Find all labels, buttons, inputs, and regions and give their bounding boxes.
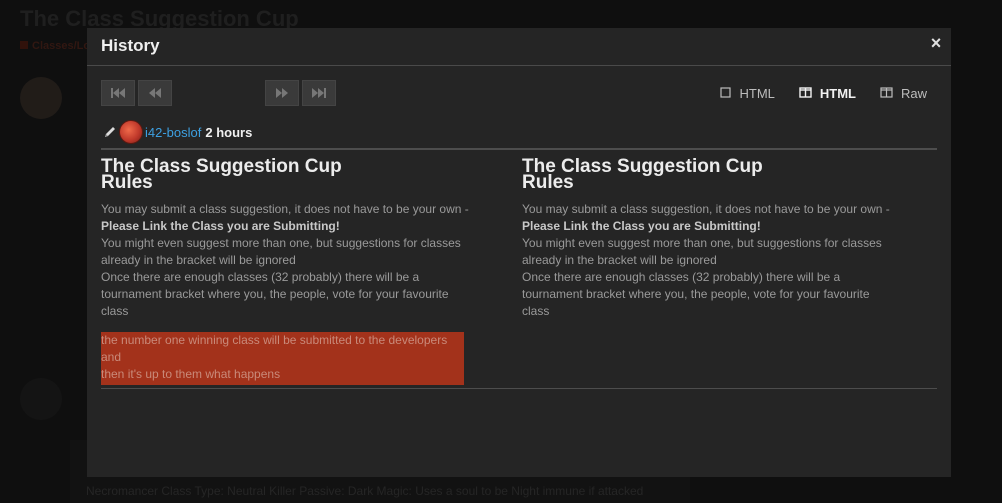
doc-line: You may submit a class suggestion, it do… (522, 202, 890, 216)
previous-revision-button[interactable] (138, 80, 172, 106)
revision-user-link[interactable]: i42-boslof (145, 125, 201, 140)
doc-line: tournament bracket where you, the people… (522, 287, 870, 301)
doc-line: Once there are enough classes (32 probab… (522, 270, 841, 284)
divider (101, 148, 937, 150)
view-option-html-single[interactable]: HTML (720, 86, 775, 101)
close-button[interactable]: × (927, 32, 945, 54)
doc-line-bold: Please Link the Class you are Submitting… (101, 219, 340, 233)
doc-line: You might even suggest more than one, bu… (101, 236, 461, 250)
doc-line: tournament bracket where you, the people… (101, 287, 449, 301)
view-option-label: Raw (900, 86, 927, 101)
removed-line: the number one winning class will be sub… (101, 333, 448, 364)
view-option-raw[interactable]: Raw (880, 86, 927, 101)
revision-time: 2 hours (205, 124, 253, 140)
split-columns-icon (799, 86, 812, 101)
divider (101, 388, 937, 389)
removed-line: then it's up to them what happens (101, 367, 281, 381)
revision-info: i42-boslof 2 hours (103, 120, 252, 144)
doc-title-line: The Class Suggestion Cup (522, 156, 763, 177)
removed-text-block: the number one winning class will be sub… (101, 332, 464, 385)
next-revision-button[interactable] (265, 80, 299, 106)
doc-title-line: Rules (522, 172, 574, 193)
last-revision-button[interactable] (302, 80, 336, 106)
view-option-label: HTML (819, 86, 856, 101)
diff-old-column: The Class Suggestion Cup Rules You may s… (101, 156, 471, 385)
square-icon (720, 86, 732, 101)
view-option-label: HTML (739, 86, 775, 101)
doc-line: You may submit a class suggestion, it do… (101, 202, 469, 216)
doc-title-line: Rules (101, 172, 153, 193)
rewind-icon (149, 88, 161, 98)
avatar[interactable] (119, 120, 143, 144)
pencil-icon (105, 127, 115, 137)
view-option-html-split[interactable]: HTML (799, 86, 856, 101)
modal-title: History (101, 36, 160, 55)
diff-new-column: The Class Suggestion Cup Rules You may s… (522, 156, 892, 320)
first-revision-button[interactable] (101, 80, 135, 106)
doc-line: You might even suggest more than one, bu… (522, 236, 882, 250)
modal-header: History × (87, 28, 951, 66)
doc-line: Once there are enough classes (32 probab… (101, 270, 420, 284)
doc-title: The Class Suggestion Cup Rules (522, 156, 892, 193)
skip-forward-icon (312, 88, 326, 98)
fast-forward-icon (276, 88, 288, 98)
doc-title-line: The Class Suggestion Cup (101, 156, 342, 177)
doc-line: already in the bracket will be ignored (522, 253, 717, 267)
doc-line: already in the bracket will be ignored (101, 253, 296, 267)
doc-line-bold: Please Link the Class you are Submitting… (522, 219, 761, 233)
view-mode-options: HTML HTML Raw (696, 86, 927, 101)
doc-line: class (101, 304, 129, 318)
history-modal: History × HTML HTML Raw i42-boslof 2 hou… (87, 28, 951, 477)
split-columns-icon (880, 86, 893, 101)
skip-back-icon (111, 88, 125, 98)
doc-title: The Class Suggestion Cup Rules (101, 156, 471, 193)
doc-line: class (522, 304, 550, 318)
